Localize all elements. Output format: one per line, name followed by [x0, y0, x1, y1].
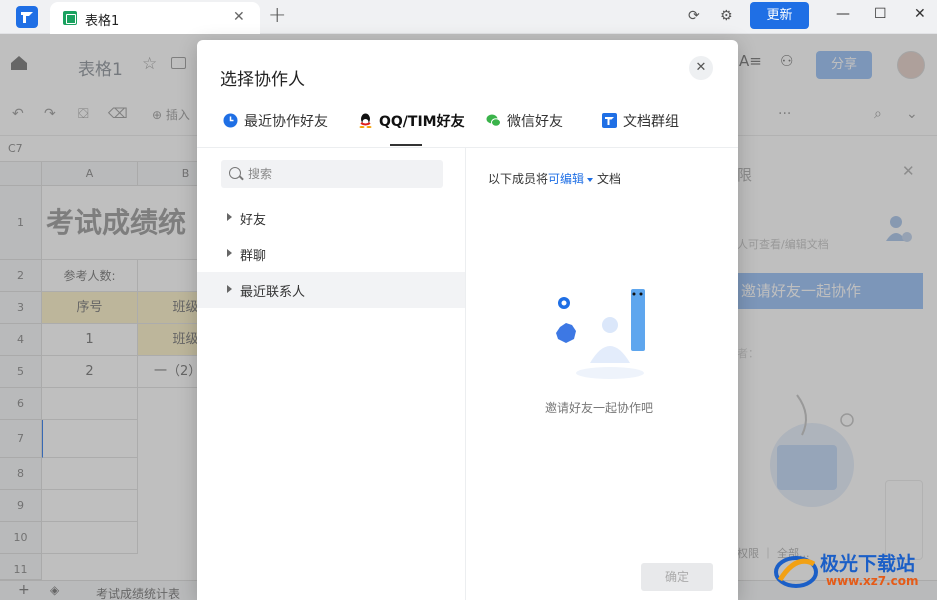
maximize-button[interactable]: ☐	[874, 6, 887, 22]
tree-item-friends[interactable]: 好友	[197, 200, 465, 236]
spreadsheet-icon	[63, 11, 77, 25]
search-input[interactable]	[248, 165, 428, 183]
permission-line: 以下成员将可编辑 文档	[488, 170, 621, 187]
tree-item-label: 群聊	[240, 249, 267, 264]
tab-close-icon[interactable]: ✕	[233, 9, 245, 25]
watermark-url: www.xz7.com	[826, 574, 919, 588]
tree-item-label: 最近联系人	[240, 285, 306, 300]
tree-item-label: 好友	[240, 213, 267, 228]
permission-prefix: 以下成员将	[488, 172, 549, 186]
sync-icon[interactable]: ⟳	[688, 8, 700, 24]
active-tab-indicator	[390, 144, 422, 146]
search-box[interactable]	[221, 160, 443, 188]
wechat-icon	[486, 114, 501, 127]
title-bar: 表格1 ✕ + ⟳ ⚙ 更新 — ☐ ✕	[0, 0, 937, 34]
dialog-close-button[interactable]: ✕	[689, 56, 713, 80]
caret-down-icon[interactable]	[587, 178, 594, 182]
minimize-button[interactable]: —	[836, 6, 850, 22]
update-button[interactable]: 更新	[750, 2, 809, 29]
dialog-title: 选择协作人	[220, 70, 305, 90]
tabs-divider	[197, 147, 738, 148]
settings-icon[interactable]: ⚙	[720, 8, 733, 24]
expand-arrow-icon[interactable]	[227, 213, 232, 221]
tab-label: 文档群组	[623, 114, 679, 130]
confirm-button[interactable]: 确定	[641, 563, 713, 591]
search-icon	[229, 167, 241, 179]
document-tab[interactable]: 表格1 ✕	[50, 2, 260, 34]
app-logo-icon[interactable]	[16, 6, 38, 28]
watermark-logo: 极光下载站 www.xz7.com	[770, 547, 937, 597]
expand-arrow-icon[interactable]	[227, 249, 232, 257]
tab-label: 微信好友	[507, 114, 563, 130]
tab-title: 表格1	[85, 14, 120, 29]
permission-suffix: 文档	[597, 172, 622, 186]
qq-icon	[359, 113, 372, 128]
empty-state-text: 邀请好友一起协作吧	[545, 401, 654, 415]
tree-item-recent-contacts[interactable]: 最近联系人	[197, 272, 465, 308]
new-tab-button[interactable]: +	[268, 3, 286, 28]
select-collaborators-dialog: 选择协作人 ✕ 最近协作好友 QQ/TIM好友 微信好友 文档群组 好	[197, 40, 738, 600]
close-window-button[interactable]: ✕	[914, 6, 926, 22]
expand-arrow-icon[interactable]	[227, 285, 232, 293]
empty-state-illustration	[556, 289, 645, 379]
pane-divider	[465, 148, 466, 600]
tree-item-group-chats[interactable]: 群聊	[197, 236, 465, 272]
tab-label: QQ/TIM好友	[379, 114, 465, 130]
aurora-logo-icon	[774, 556, 818, 588]
docs-group-icon	[602, 113, 617, 128]
watermark-text: 极光下载站	[820, 553, 916, 575]
clock-icon	[223, 113, 238, 128]
tab-label: 最近协作好友	[244, 114, 328, 130]
permission-dropdown[interactable]: 可编辑	[548, 172, 584, 186]
